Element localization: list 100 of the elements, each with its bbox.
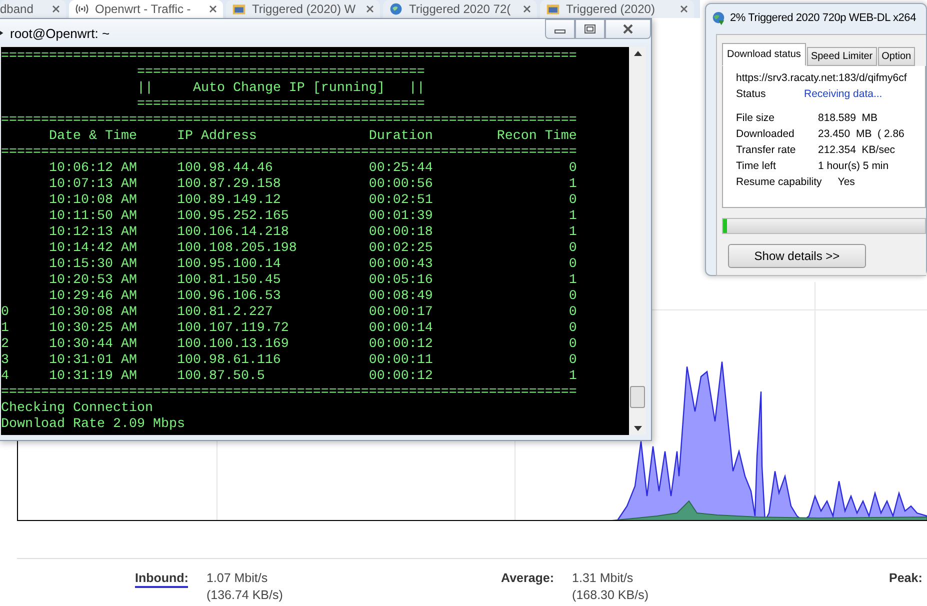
separator-line: ======================================================================== xyxy=(1,49,578,65)
window-title: root@Openwrt: ~ xyxy=(10,26,111,40)
table-cell-text: 00:00:14 xyxy=(368,321,434,337)
field-value: 23.450 MB ( 2.86 xyxy=(818,128,904,142)
tab-label: Triggered (2020) W xyxy=(252,2,357,16)
browser-tab[interactable]: Triggered (2020) W xyxy=(226,0,380,18)
table-cell-text: 100.108.205.198 xyxy=(176,241,298,257)
close-icon[interactable] xyxy=(209,5,217,13)
download-url: https://srv3.racaty.net:183/d/qifmy6cf xyxy=(736,72,908,84)
table-cell-text: 1 xyxy=(568,225,577,241)
banner-text: ==================================== xyxy=(136,65,426,81)
table-cell-text: 10:06:12 AM xyxy=(48,161,138,177)
table-cell-text: 0 xyxy=(568,353,577,369)
field-label: Downloaded xyxy=(736,128,796,142)
window-title: 2% Triggered 2020 720p WEB-DL x264 xyxy=(730,12,916,24)
separator-line: ======================================================================== xyxy=(1,385,578,401)
field-label: Status xyxy=(736,88,767,102)
field-label: Resume capability xyxy=(736,176,822,190)
maximize-button[interactable] xyxy=(575,19,605,39)
browser-tab[interactable]: dband xyxy=(0,0,66,18)
row-number: 1 xyxy=(1,321,10,337)
tab-label: Triggered 2020 72( xyxy=(409,2,512,16)
table-cell-text: 00:01:39 xyxy=(368,209,434,225)
table-cell-text: 0 xyxy=(568,337,577,353)
close-icon[interactable] xyxy=(52,5,60,13)
scroll-down-icon xyxy=(634,426,642,431)
table-cell-text: 10:31:19 AM xyxy=(48,369,138,385)
field-label: Time left xyxy=(736,160,777,174)
table-cell-text: 00:00:56 xyxy=(368,177,434,193)
stat-label: Inbound: xyxy=(135,571,188,588)
close-button[interactable] xyxy=(605,19,651,39)
table-cell-text: 00:25:44 xyxy=(368,161,434,177)
table-cell-text: 1 xyxy=(568,177,577,193)
row-number: 4 xyxy=(1,369,10,385)
field-value: 1 hour(s) 5 min xyxy=(818,160,889,174)
browser-tab[interactable]: Openwrt - Traffic - xyxy=(69,0,223,18)
table-cell-text: 100.81.150.45 xyxy=(176,273,282,289)
tab[interactable]: Speed Limiter xyxy=(806,47,877,66)
tab[interactable]: Option xyxy=(878,47,916,66)
show-details-button[interactable]: Show details >> xyxy=(728,244,866,268)
scrollbar[interactable] xyxy=(629,47,646,435)
table-cell-text: 0 xyxy=(568,305,577,321)
scroll-up-icon xyxy=(634,51,642,56)
table-cell-text: 0 xyxy=(568,321,577,337)
table-cell-text: 100.95.100.14 xyxy=(176,257,282,273)
table-cell-text: 00:00:18 xyxy=(368,225,434,241)
table-cell-text: 00:02:51 xyxy=(368,193,434,209)
table-cell-text: 00:00:11 xyxy=(368,353,434,369)
table-cell-text: 00:08:49 xyxy=(368,289,434,305)
table-cell-text: 00:02:25 xyxy=(368,241,434,257)
table-cell-text: 1 xyxy=(568,209,577,225)
column-header: Duration xyxy=(368,129,434,145)
table-cell-text: 100.107.119.72 xyxy=(176,321,290,337)
table-cell-text: 10:15:30 AM xyxy=(48,257,138,273)
table-cell-text: 100.89.149.12 xyxy=(176,193,282,209)
row-number: 2 xyxy=(1,337,10,353)
field-value: 818.589 MB xyxy=(818,112,878,126)
row-number: 0 xyxy=(1,305,10,321)
table-cell-text: 100.106.14.218 xyxy=(176,225,290,241)
stat-value: (168.30 KB/s) xyxy=(572,588,648,602)
tab-label: Triggered (2020) xyxy=(566,2,656,16)
table-cell-text: 1 xyxy=(568,369,577,385)
table-cell-text: 100.100.13.169 xyxy=(176,337,290,353)
table-cell-text: 10:30:44 AM xyxy=(48,337,138,353)
close-icon[interactable] xyxy=(366,5,374,13)
table-cell-text: 10:29:46 AM xyxy=(48,289,138,305)
close-icon xyxy=(622,24,634,34)
table-cell-text: 00:00:12 xyxy=(368,369,434,385)
stat-value: 1.07 Mbit/s xyxy=(206,571,269,585)
table-cell-text: 10:11:50 AM xyxy=(48,209,138,225)
stat-label: Peak: xyxy=(889,571,922,586)
tab[interactable]: Download status xyxy=(722,43,806,66)
close-icon[interactable] xyxy=(523,5,531,13)
table-cell-text: 00:00:12 xyxy=(368,337,434,353)
field-value: Yes xyxy=(836,176,855,190)
console-text: Checking Connection xyxy=(1,401,154,417)
browser-tab[interactable]: Triggered (2020) xyxy=(540,0,694,18)
status-value: Receiving data... xyxy=(804,88,882,102)
table-cell-text: 100.87.29.158 xyxy=(176,177,282,193)
stat-value: 1.31 Mbit/s xyxy=(572,571,634,585)
browser-tab[interactable]: Triggered 2020 72( xyxy=(383,0,537,18)
table-cell-text: 100.81.2.227 xyxy=(176,305,274,321)
banner-text: || Auto Change IP [running] || xyxy=(136,81,426,97)
table-cell-text: 00:00:43 xyxy=(368,257,434,273)
table-cell-text: 10:12:13 AM xyxy=(48,225,138,241)
minimize-button[interactable] xyxy=(545,19,575,39)
table-cell-text: 10:31:01 AM xyxy=(48,353,138,369)
table-cell-text: 100.95.252.165 xyxy=(176,209,290,225)
table-cell-text: 00:05:16 xyxy=(368,273,434,289)
image-icon xyxy=(232,2,246,16)
stat-value: (136.74 KB/s) xyxy=(206,588,283,602)
scroll-thumb[interactable] xyxy=(630,386,645,408)
separator-line: ======================================================================== xyxy=(1,113,578,129)
separator-line: ======================================================================== xyxy=(1,145,578,161)
table-cell-text: 10:07:13 AM xyxy=(48,177,138,193)
image-icon xyxy=(546,2,560,16)
globe-icon xyxy=(389,2,403,16)
close-icon[interactable] xyxy=(680,5,688,13)
row-number: 3 xyxy=(1,353,10,369)
table-cell-text: 10:14:42 AM xyxy=(48,241,138,257)
